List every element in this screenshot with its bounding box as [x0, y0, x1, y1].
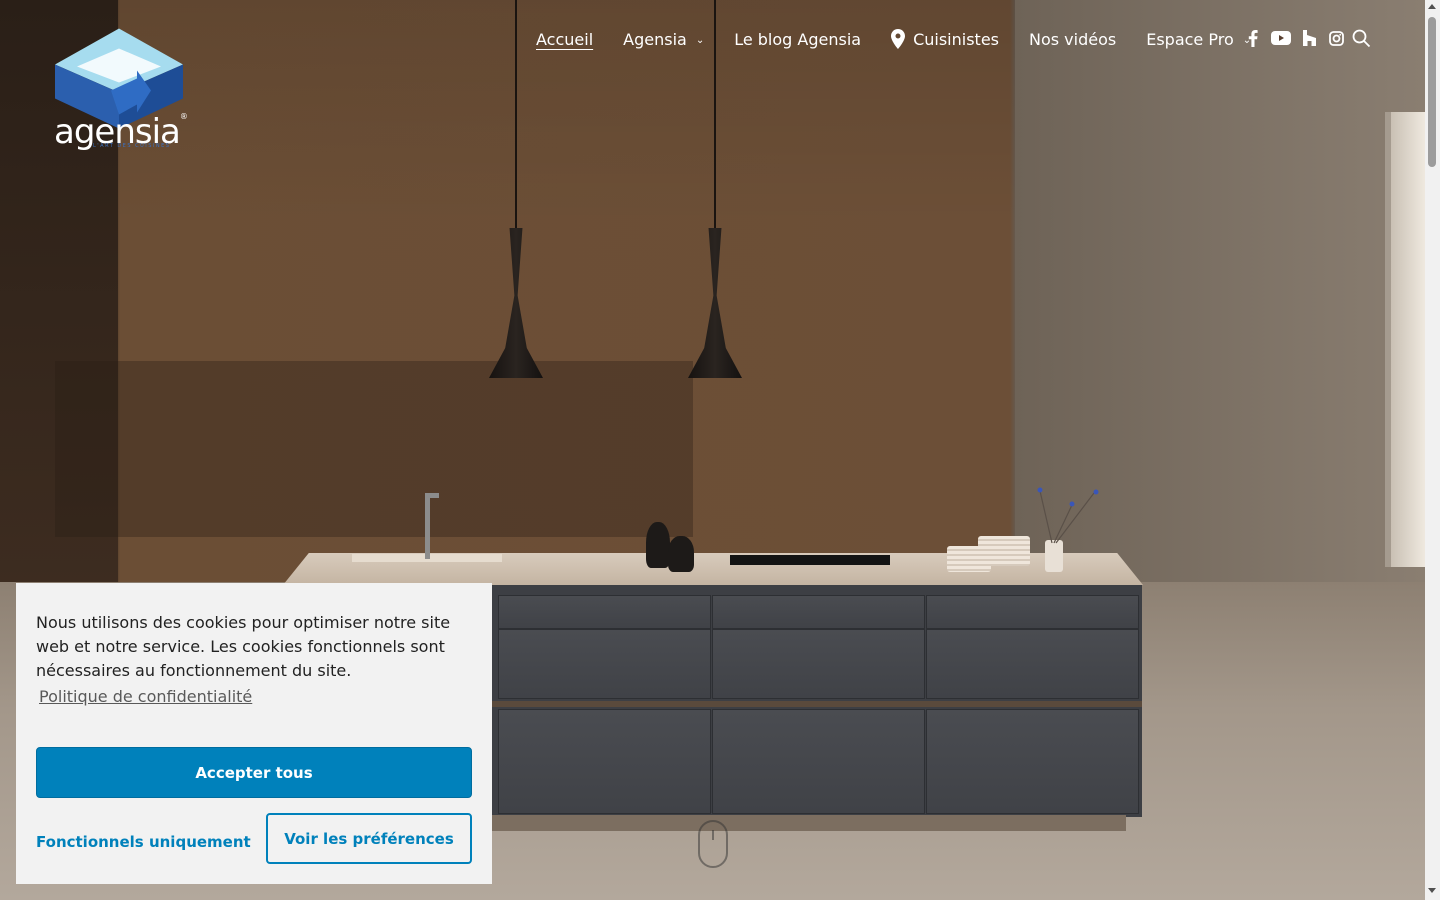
vase — [646, 522, 670, 568]
instagram-icon[interactable] — [1327, 28, 1345, 48]
cookie-banner: Nous utilisons des cookies pour optimise… — [16, 583, 492, 884]
social-links — [1244, 28, 1354, 48]
privacy-policy-link[interactable]: Politique de confidentialité — [39, 687, 252, 706]
functional-only-button[interactable]: Fonctionnels uniquement — [36, 816, 268, 867]
vase — [668, 536, 694, 572]
hero-window — [1385, 112, 1425, 567]
hero-backsplash — [55, 361, 693, 537]
scroll-down-arrow[interactable] — [1428, 888, 1436, 893]
search-icon[interactable] — [1352, 29, 1371, 48]
view-preferences-button[interactable]: Voir les préférences — [266, 813, 472, 864]
main-nav: Accueil Agensia ⌄ Le blog Agensia Cuisini… — [536, 26, 1281, 52]
pendant-lamp — [489, 0, 543, 378]
cookie-message: Nous utilisons des cookies pour optimise… — [36, 613, 451, 680]
facebook-icon[interactable] — [1244, 28, 1262, 48]
page-scrollbar[interactable] — [1425, 0, 1440, 900]
nav-item-agensia[interactable]: Agensia ⌄ — [623, 30, 704, 49]
map-pin-icon — [891, 29, 906, 49]
logo-tagline: L'ART DES CUISINES — [93, 143, 171, 149]
nav-item-espace-pro[interactable]: Espace Pro ⌄ — [1146, 30, 1251, 49]
houzz-icon[interactable] — [1300, 28, 1318, 48]
youtube-icon[interactable] — [1271, 28, 1291, 48]
plates — [978, 536, 1030, 566]
faucet — [415, 493, 440, 561]
scroll-down-indicator[interactable] — [698, 820, 728, 868]
nav-item-videos[interactable]: Nos vidéos — [1029, 30, 1116, 49]
nav-item-cuisinistes[interactable]: Cuisinistes — [891, 29, 999, 49]
nav-item-accueil[interactable]: Accueil — [536, 30, 593, 49]
scrollbar-thumb[interactable] — [1428, 17, 1436, 167]
flower-stems — [1037, 487, 1099, 544]
chevron-down-icon: ⌄ — [695, 34, 705, 46]
cooktop — [730, 555, 890, 565]
nav-item-blog[interactable]: Le blog Agensia — [734, 30, 861, 49]
scroll-up-arrow[interactable] — [1428, 4, 1436, 9]
accept-all-button[interactable]: Accepter tous — [36, 747, 472, 798]
pendant-lamp — [688, 0, 742, 378]
